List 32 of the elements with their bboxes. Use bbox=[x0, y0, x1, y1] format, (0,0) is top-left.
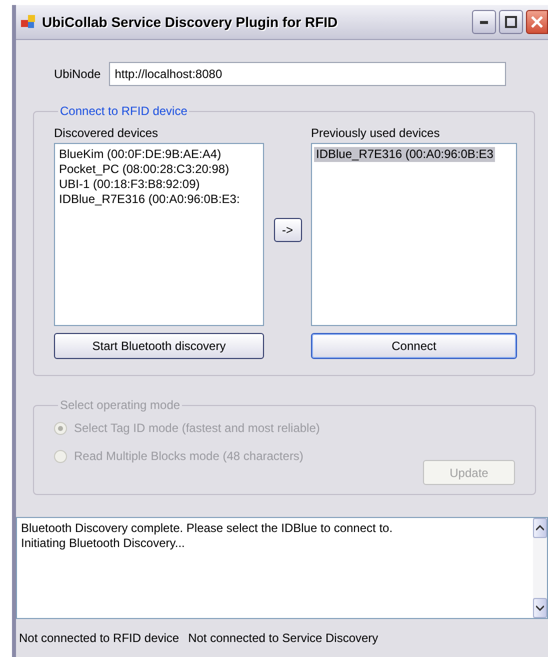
minimize-button[interactable] bbox=[472, 10, 496, 34]
window-title: UbiCollab Service Discovery Plugin for RFID bbox=[42, 14, 339, 30]
close-button[interactable] bbox=[526, 10, 548, 34]
app-icon bbox=[20, 14, 36, 30]
close-icon bbox=[531, 16, 543, 28]
log-textbox[interactable]: Bluetooth Discovery complete. Please select the IDBlue to connect to. Initiating Bluetooth Discovery... bbox=[16, 517, 548, 619]
log-line: Initiating Bluetooth Discovery... bbox=[21, 536, 185, 551]
ubinode-field[interactable]: http://localhost:8080 bbox=[108, 62, 506, 86]
radio-label: Read Multiple Blocks mode (48 characters) bbox=[74, 449, 304, 463]
scrollbar[interactable] bbox=[533, 518, 547, 618]
minimize-icon bbox=[480, 20, 488, 24]
discovered-devices-list[interactable]: BlueKim (00:0F:DE:9B:AE:A4) Pocket_PC (08:00:28:C3:20:98) UBI-1 (00:18:F3:B8:92:09) IDBlue_R7E316 (00:A0:96:0B:E3: bbox=[54, 143, 264, 326]
list-label: Previously used devices bbox=[311, 126, 441, 140]
discovery-button[interactable]: Start Bluetooth discovery bbox=[54, 333, 264, 359]
log-line: Bluetooth Discovery complete. Please select the IDBlue to connect to. bbox=[21, 521, 393, 536]
connect-button[interactable]: Connect bbox=[311, 333, 517, 359]
move-button[interactable]: -> bbox=[274, 218, 302, 242]
status-text: Not connected to Service Discovery bbox=[188, 631, 378, 645]
group-title: Connect to RFID device bbox=[59, 104, 188, 118]
list-item[interactable]: Pocket_PC (08:00:28:C3:20:98) bbox=[57, 162, 232, 177]
group-title: Select operating mode bbox=[59, 398, 182, 412]
list-item[interactable]: UBI-1 (00:18:F3:B8:92:09) bbox=[57, 177, 202, 192]
list-item[interactable]: BlueKim (00:0F:DE:9B:AE:A4) bbox=[57, 147, 224, 162]
list-item[interactable]: IDBlue_R7E316 (00:A0:96:0B:E3: bbox=[57, 192, 242, 207]
previous-devices-list[interactable]: IDBlue_R7E316 (00:A0:96:0B:E3 bbox=[311, 143, 517, 326]
radio-label: Select Tag ID mode (fastest and most reliable) bbox=[74, 421, 320, 435]
status-text: Not connected to RFID device bbox=[19, 631, 180, 645]
maximize-button[interactable] bbox=[499, 10, 523, 34]
ubinode-label: UbiNode bbox=[54, 67, 101, 81]
list-item[interactable]: IDBlue_R7E316 (00:A0:96:0B:E3 bbox=[314, 147, 496, 162]
maximize-icon bbox=[505, 16, 517, 28]
list-label: Discovered devices bbox=[54, 126, 160, 140]
